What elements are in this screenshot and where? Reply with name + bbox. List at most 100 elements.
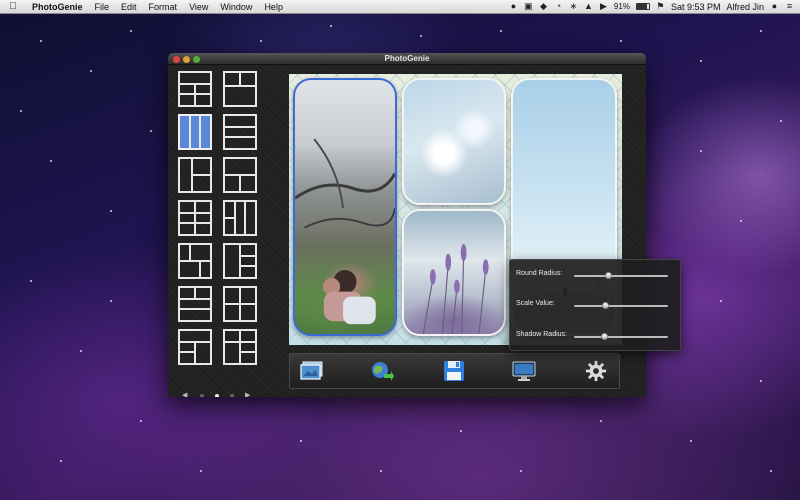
layout-divider (194, 288, 196, 299)
photo-cherry-blossom-couple[interactable] (293, 78, 397, 336)
triangle-right-icon[interactable]: ▶ (245, 391, 250, 397)
menu-app[interactable]: PhotoGenie (26, 2, 89, 12)
star (260, 40, 262, 42)
layout-divider (180, 260, 210, 262)
star (150, 130, 152, 132)
menu-window[interactable]: Window (214, 2, 258, 12)
qq-icon[interactable]: ● (509, 2, 518, 11)
spotlight-icon[interactable]: ● (770, 2, 779, 11)
triangle-left-icon[interactable]: ◀ (182, 391, 187, 397)
star (420, 35, 422, 37)
title-bar[interactable]: PhotoGenie (168, 53, 646, 65)
shadow-radius-knob[interactable] (601, 333, 609, 340)
star (780, 120, 782, 122)
star (690, 440, 692, 442)
layout-thumb-5[interactable] (178, 157, 212, 193)
photo-white-flowers[interactable] (402, 78, 506, 205)
shadow-radius-label: Shadow Radius: (516, 331, 567, 338)
layout-divider (225, 125, 255, 128)
apple-icon[interactable]:  (0, 1, 26, 12)
star (760, 30, 762, 32)
dropbox-icon[interactable]: ◆ (539, 2, 548, 11)
layout-divider (239, 245, 241, 277)
layout-thumb-10[interactable] (223, 243, 257, 279)
layout-divider (188, 116, 191, 148)
layout-thumb-6[interactable] (223, 157, 257, 193)
layout-thumb-11[interactable] (178, 286, 212, 322)
user-name[interactable]: Alfred Jin (726, 2, 764, 12)
round-radius-row: Round Radius: (516, 269, 672, 281)
layout-thumb-3[interactable] (178, 114, 212, 150)
menu-edit[interactable]: Edit (115, 2, 143, 12)
star (110, 300, 112, 302)
layout-thumb-13[interactable] (178, 329, 212, 365)
photo-stack-icon[interactable] (300, 360, 324, 382)
layout-divider (180, 351, 195, 354)
round-radius-knob[interactable] (604, 272, 612, 279)
globe-share-icon[interactable] (370, 360, 394, 382)
layout-divider (194, 83, 196, 105)
page-dot-2[interactable] (215, 394, 219, 397)
layout-divider (239, 331, 241, 363)
star (300, 440, 302, 442)
layout-thumb-12[interactable] (223, 286, 257, 322)
menu-help[interactable]: Help (258, 2, 289, 12)
star (40, 40, 42, 42)
star (50, 160, 52, 162)
battery-percent: 91% (613, 2, 630, 11)
star (740, 220, 742, 222)
time-machine-icon[interactable]: ◔ (554, 2, 563, 11)
star (30, 280, 32, 282)
menu-bar:  PhotoGenie File Edit Format View Windo… (0, 0, 800, 14)
volume-icon[interactable]: ▶ (599, 2, 608, 11)
notification-list-icon[interactable]: ≡ (785, 2, 794, 11)
menu-format[interactable]: Format (143, 2, 184, 12)
gear-icon[interactable] (584, 360, 608, 382)
layout-thumb-1[interactable] (178, 71, 212, 107)
status-area: ● ▣ ◆ ◔ ∗ ▲ ▶ 91% ⚑ Sat 9:53 PM Alfred J… (509, 2, 800, 12)
flag-icon[interactable]: ⚑ (656, 2, 665, 11)
battery-icon[interactable] (635, 3, 650, 10)
lavender-image (422, 243, 489, 334)
star (140, 420, 142, 422)
scale-value-row: Scale Value: (516, 299, 672, 311)
shadow-radius-row: Shadow Radius: (516, 330, 672, 342)
star (80, 350, 82, 352)
layout-thumb-14[interactable] (223, 329, 257, 365)
clock[interactable]: Sat 9:53 PM (671, 2, 721, 12)
layout-divider (240, 351, 255, 354)
star (60, 460, 62, 462)
star (380, 470, 382, 472)
bluetooth-icon[interactable]: ∗ (569, 2, 578, 11)
menu-file[interactable]: File (89, 2, 116, 12)
layout-divider (243, 202, 246, 234)
star (110, 210, 112, 212)
monitor-icon[interactable] (512, 360, 536, 382)
star (130, 30, 132, 32)
scale-value-knob[interactable] (602, 302, 610, 309)
layout-divider (225, 217, 235, 219)
shadow-radius-slider[interactable] (574, 333, 668, 340)
wifi-icon[interactable]: ▲ (584, 2, 593, 11)
layout-thumb-8[interactable] (223, 200, 257, 236)
layout-thumb-9[interactable] (178, 243, 212, 279)
layout-divider (240, 265, 255, 268)
round-radius-slider[interactable] (574, 272, 668, 279)
star (700, 150, 702, 152)
page-dot-1[interactable] (200, 394, 204, 397)
layout-thumb-2[interactable] (223, 71, 257, 107)
scale-value-slider[interactable] (574, 302, 668, 309)
star (200, 470, 202, 472)
layout-thumb-7[interactable] (178, 200, 212, 236)
layout-divider (192, 174, 210, 176)
page-dot-3[interactable] (230, 394, 234, 397)
layout-thumb-4[interactable] (223, 114, 257, 150)
scale-value-label: Scale Value: (516, 300, 555, 307)
photo-lavender-field[interactable] (402, 209, 506, 336)
menu-view[interactable]: View (183, 2, 214, 12)
floppy-disk-icon[interactable] (442, 360, 466, 382)
lock-icon[interactable]: ▣ (524, 2, 533, 11)
star (760, 380, 762, 382)
star (700, 60, 702, 62)
star (520, 470, 522, 472)
